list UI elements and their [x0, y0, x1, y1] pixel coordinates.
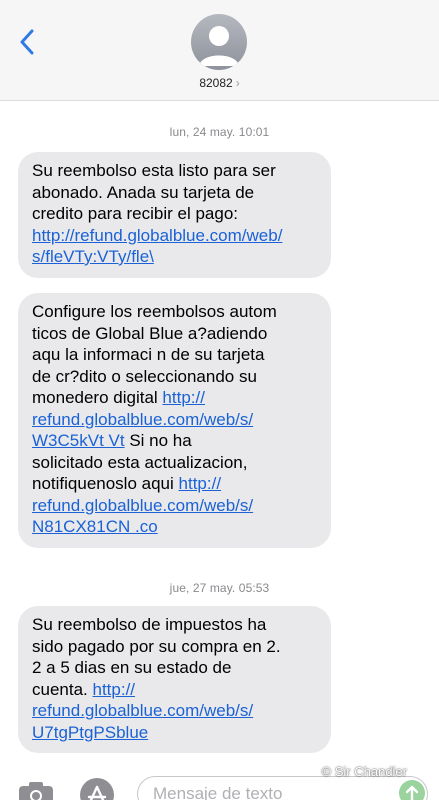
timestamp: jue, 27 may. 05:53 [0, 581, 439, 595]
message-text: Su reembolso esta listo para ser [32, 161, 276, 180]
message-link[interactable]: http:// [93, 680, 136, 699]
message-input[interactable]: Mensaje de texto [137, 776, 428, 800]
message-link[interactable]: refund.globalblue.com/web/s/ [32, 410, 253, 429]
message-text: cuenta. [32, 679, 93, 699]
send-arrow-icon [405, 785, 419, 800]
message-text: monedero digital [32, 388, 163, 407]
camera-button[interactable] [18, 780, 54, 800]
message-text: ticos de Global Blue a?adiendo [32, 323, 268, 343]
chevron-right-icon: › [235, 76, 240, 90]
message-link[interactable]: http://refund.globalblue.com/web/ [32, 226, 282, 245]
message-link[interactable]: N81CX81CN .co [32, 517, 158, 536]
contact-name-row[interactable]: 82082 › [0, 76, 439, 90]
timestamp-time: 10:01 [238, 125, 270, 139]
chevron-left-icon [20, 29, 34, 55]
message-link[interactable]: http:// [162, 388, 205, 407]
message-text: de cr?dito o seleccionando su [32, 366, 257, 386]
person-avatar-icon [199, 26, 239, 66]
camera-icon [19, 782, 53, 800]
message-bubble[interactable]: Configure los reembolsos autom ticos de … [18, 293, 331, 548]
message-bubble[interactable]: Su reembolso de impuestos ha sido pagado… [18, 606, 331, 753]
message-link[interactable]: http:// [179, 474, 222, 493]
message-link[interactable]: s/fleVTy:VTy/fle\ [32, 247, 154, 266]
message-text: Si no ha [124, 431, 192, 450]
message-text: Su reembolso de impuestos ha [32, 615, 267, 634]
back-button[interactable] [14, 26, 40, 58]
conversation-header: 82082 › [0, 0, 439, 101]
message-text: notifiquenoslo aqui [32, 474, 179, 493]
message-text: solicitado esta actualizacion, [32, 452, 248, 472]
message-text: abonado. Anada su tarjeta de [32, 182, 255, 202]
message-input-placeholder: Mensaje de texto [153, 784, 283, 800]
message-link[interactable]: W3C5kVt Vt [32, 431, 125, 450]
app-store-button[interactable] [80, 778, 114, 800]
message-text: Configure los reembolsos autom [32, 302, 277, 321]
message-bubble[interactable]: Su reembolso esta listo para ser abonado… [18, 152, 331, 278]
message-link[interactable]: U7tgPtgPSblue [32, 723, 148, 742]
timestamp-time: 05:53 [238, 581, 270, 595]
timestamp-day: lun, 24 may. [169, 125, 236, 139]
message-link[interactable]: refund.globalblue.com/web/s/ [32, 496, 253, 515]
timestamp-day: jue, 27 may. [169, 581, 236, 595]
message-text: aqu la informaci n de su tarjeta [32, 345, 265, 364]
contact-name: 82082 [199, 76, 233, 90]
contact-avatar[interactable] [191, 14, 247, 70]
message-link[interactable]: refund.globalblue.com/web/s/ [32, 701, 253, 720]
message-text: sido pagado por su compra en 2. [32, 636, 281, 656]
send-button[interactable] [399, 780, 425, 800]
watermark: © Sir Chandler [321, 764, 407, 779]
timestamp: lun, 24 may. 10:01 [0, 125, 439, 139]
app-store-icon [87, 785, 107, 800]
message-text: 2 a 5 dias en su estado de [32, 658, 232, 677]
message-text: credito para recibir el pago: [32, 204, 239, 223]
